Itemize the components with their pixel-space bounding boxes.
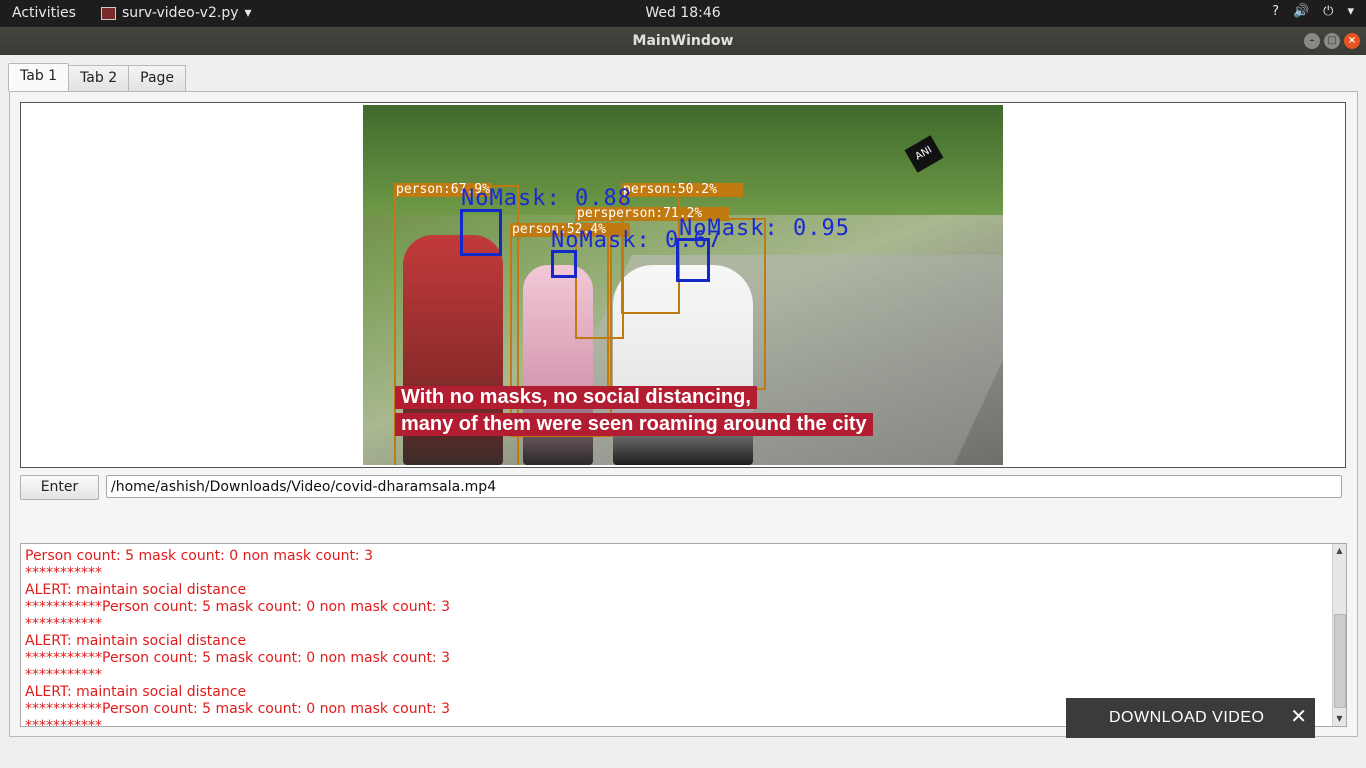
tab-1[interactable]: Tab 1 <box>8 63 70 91</box>
gnome-top-bar: Activities surv-video-v2.py ▾ Wed 18:46 … <box>0 0 1366 27</box>
window-title-bar[interactable]: MainWindow – □ × <box>0 27 1366 55</box>
chevron-down-icon: ▾ <box>244 5 252 21</box>
log-line: *********** <box>25 565 102 581</box>
video-caption-line-2: many of them were seen roaming around th… <box>395 413 873 436</box>
activities-button[interactable]: Activities <box>12 5 76 21</box>
log-scrollbar[interactable]: ▲ ▼ <box>1332 544 1346 726</box>
video-frame: ANI person:67.9% person:50.2% persperson… <box>363 105 1003 465</box>
close-icon[interactable]: ✕ <box>1290 706 1307 728</box>
mask-label: NoMask: 0.95 <box>679 216 850 241</box>
help-icon[interactable]: ? <box>1272 4 1279 19</box>
scroll-up-icon[interactable]: ▲ <box>1333 544 1346 558</box>
log-line: ALERT: maintain social distance <box>25 582 247 598</box>
app-menu[interactable]: surv-video-v2.py ▾ <box>101 5 252 21</box>
download-video-button[interactable]: DOWNLOAD VIDEO <box>1109 709 1264 727</box>
video-path-input[interactable]: /home/ashish/Downloads/Video/covid-dhara… <box>106 475 1342 498</box>
log-line: *********** <box>25 616 102 632</box>
chevron-down-icon[interactable]: ▾ <box>1347 4 1354 19</box>
mask-label: NoMask: 0.88 <box>461 186 632 211</box>
close-button[interactable]: × <box>1344 33 1360 49</box>
log-line: ***********Person count: 5 mask count: 0… <box>25 650 451 666</box>
log-line: *********** <box>25 667 102 683</box>
tab-2[interactable]: Tab 2 <box>68 65 130 91</box>
log-line: ***********Person count: 5 mask count: 0… <box>25 599 451 615</box>
maximize-button[interactable]: □ <box>1324 33 1340 49</box>
detection-label: person:50.2% <box>621 183 743 197</box>
power-icon[interactable]: ⏻ <box>1323 4 1333 19</box>
scroll-down-icon[interactable]: ▼ <box>1333 712 1346 726</box>
volume-icon[interactable]: 🔊 <box>1293 4 1309 19</box>
tab-page[interactable]: Page <box>128 65 187 91</box>
minimize-button[interactable]: – <box>1304 33 1320 49</box>
app-menu-label: surv-video-v2.py <box>122 5 239 21</box>
tab-bar: Tab 1 Tab 2 Page <box>8 63 187 91</box>
clock[interactable]: Wed 18:46 <box>645 5 720 21</box>
system-tray[interactable]: ? 🔊 ⏻ ▾ <box>1272 4 1354 19</box>
download-video-banner[interactable]: DOWNLOAD VIDEO ✕ <box>1066 698 1315 738</box>
main-window: Tab 1 Tab 2 Page ANI person:67.9% person… <box>0 55 1366 768</box>
video-display-frame: ANI person:67.9% person:50.2% persperson… <box>20 102 1346 468</box>
scrollbar-thumb[interactable] <box>1334 614 1346 708</box>
window-title: MainWindow <box>632 33 734 49</box>
window-controls: – □ × <box>1304 33 1360 49</box>
video-caption-line-1: With no masks, no social distancing, <box>395 386 757 409</box>
log-line: ALERT: maintain social distance <box>25 633 247 649</box>
face-detection-box <box>460 209 502 256</box>
log-line: Person count: 5 mask count: 0 non mask c… <box>25 548 374 564</box>
app-icon <box>101 6 116 20</box>
enter-button[interactable]: Enter <box>20 475 99 500</box>
face-detection-box <box>551 250 577 278</box>
